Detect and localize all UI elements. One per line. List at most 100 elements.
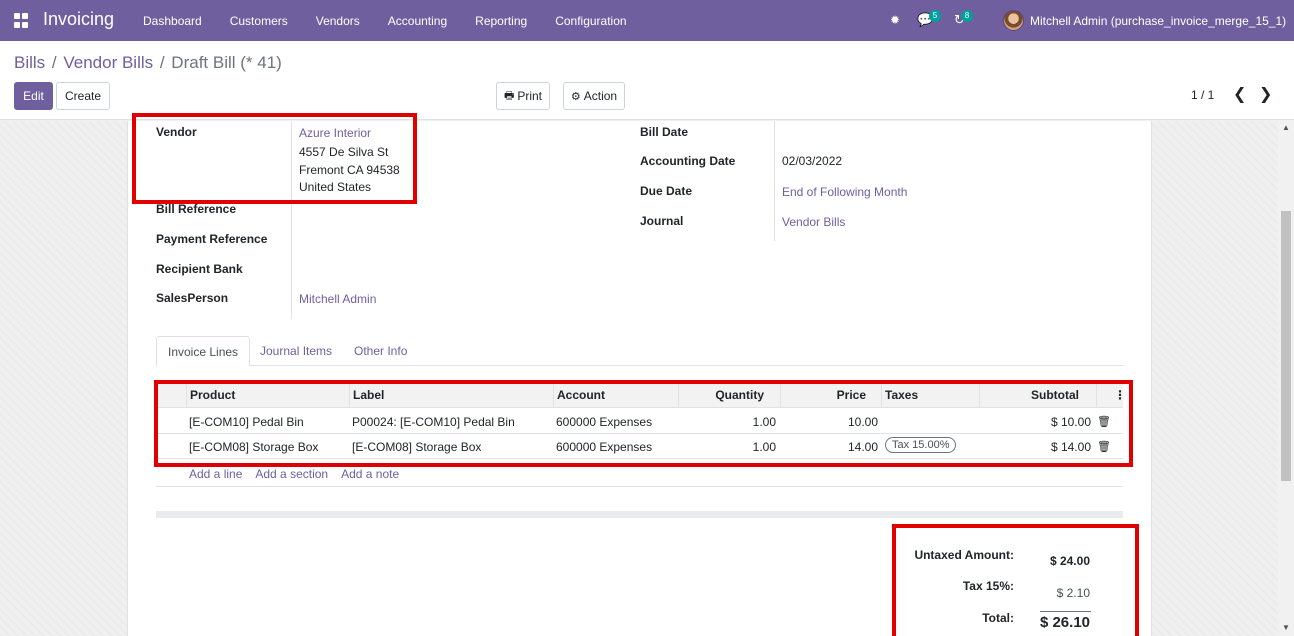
untaxed-amount-value: $ 24.00 bbox=[1049, 554, 1090, 568]
notebook-tabs: Invoice Lines Journal Items Other Info bbox=[156, 336, 1123, 367]
column-quantity[interactable]: Quantity bbox=[682, 388, 764, 402]
vertical-scrollbar[interactable]: ▲ ▼ bbox=[1278, 121, 1294, 636]
add-section-link[interactable]: Add a section bbox=[255, 467, 328, 481]
bill-reference-label: Bill Reference bbox=[156, 202, 237, 216]
tab-other-info[interactable]: Other Info bbox=[343, 336, 418, 366]
app-name[interactable]: Invoicing bbox=[43, 9, 114, 30]
tab-journal-items[interactable]: Journal Items bbox=[249, 336, 343, 366]
breadcrumb: Bills / Vendor Bills / Draft Bill (* 41) bbox=[14, 53, 282, 73]
column-taxes[interactable]: Taxes bbox=[885, 388, 918, 402]
field-divider bbox=[774, 121, 775, 241]
row-subtotal: $ 14.00 bbox=[1050, 440, 1091, 454]
action-label: Action bbox=[583, 89, 618, 103]
gear-icon: ⚙ bbox=[570, 90, 581, 103]
accounting-date-value: 02/03/2022 bbox=[782, 154, 843, 168]
delete-line-trash-icon[interactable]: 🗑 bbox=[1097, 440, 1111, 453]
menu-accounting[interactable]: Accounting bbox=[374, 14, 461, 28]
field-divider bbox=[291, 121, 292, 319]
total-separator-line bbox=[1040, 611, 1091, 612]
column-account[interactable]: Account bbox=[557, 388, 605, 402]
column-separator bbox=[678, 384, 679, 408]
print-button[interactable]: 🖶 Print bbox=[496, 82, 550, 110]
tax-label: Tax 15%: bbox=[962, 579, 1014, 593]
column-separator bbox=[881, 384, 882, 408]
breadcrumb-separator: / bbox=[155, 53, 170, 72]
print-label: Print bbox=[517, 89, 543, 103]
section-divider bbox=[156, 511, 1123, 518]
pager-previous-icon[interactable]: ❮ bbox=[1233, 84, 1246, 104]
add-line-link[interactable]: Add a line bbox=[189, 467, 242, 481]
salesperson-link[interactable]: Mitchell Admin bbox=[299, 292, 376, 306]
column-separator bbox=[553, 384, 554, 408]
add-line-links: Add a line Add a section Add a note bbox=[189, 467, 412, 481]
column-product[interactable]: Product bbox=[190, 388, 235, 402]
row-label[interactable]: P00024: [E-COM10] Pedal Bin bbox=[352, 415, 515, 429]
row-price[interactable]: 10.00 bbox=[784, 415, 878, 429]
optional-columns-kebab-icon[interactable]: ⋮ bbox=[1114, 388, 1126, 402]
breadcrumb-bills[interactable]: Bills bbox=[14, 53, 45, 72]
activities-count-badge: 8 bbox=[961, 10, 973, 22]
total-value: $ 26.10 bbox=[1039, 614, 1090, 631]
vendor-address-city: Fremont CA 94538 bbox=[299, 163, 400, 177]
scroll-thumb[interactable] bbox=[1281, 211, 1291, 481]
menu-reporting[interactable]: Reporting bbox=[461, 14, 541, 28]
pager-value[interactable]: 1 / 1 bbox=[1191, 88, 1214, 102]
scroll-up-arrow-icon[interactable]: ▲ bbox=[1282, 123, 1290, 132]
column-separator bbox=[780, 384, 781, 408]
vendor-label: Vendor bbox=[156, 125, 197, 139]
delete-line-trash-icon[interactable]: 🗑 bbox=[1097, 415, 1111, 428]
breadcrumb-vendor-bills[interactable]: Vendor Bills bbox=[63, 53, 153, 72]
journal-value[interactable]: Vendor Bills bbox=[782, 215, 845, 229]
table-header: Product Label Account Quantity Price Tax… bbox=[156, 383, 1126, 408]
table-row[interactable]: [E-COM08] Storage Box [E-COM08] Storage … bbox=[156, 434, 1123, 459]
control-panel: Bills / Vendor Bills / Draft Bill (* 41)… bbox=[0, 41, 1294, 120]
scroll-down-arrow-icon[interactable]: ▼ bbox=[1282, 623, 1290, 632]
row-product[interactable]: [E-COM08] Storage Box bbox=[189, 440, 318, 454]
create-button[interactable]: Create bbox=[56, 82, 110, 110]
tax-value: $ 2.10 bbox=[1056, 586, 1090, 600]
row-label[interactable]: [E-COM08] Storage Box bbox=[352, 440, 481, 454]
untaxed-amount-label: Untaxed Amount: bbox=[914, 548, 1014, 562]
payment-reference-label: Payment Reference bbox=[156, 232, 268, 246]
tab-invoice-lines[interactable]: Invoice Lines bbox=[156, 336, 251, 367]
due-date-value[interactable]: End of Following Month bbox=[782, 185, 907, 199]
column-separator bbox=[349, 384, 350, 408]
menu-configuration[interactable]: Configuration bbox=[541, 14, 640, 28]
edit-button[interactable]: Edit bbox=[14, 82, 53, 110]
menu-vendors[interactable]: Vendors bbox=[302, 14, 374, 28]
row-account[interactable]: 600000 Expenses bbox=[556, 440, 652, 454]
accounting-date-label: Accounting Date bbox=[640, 154, 736, 168]
vendor-address-country: United States bbox=[299, 180, 372, 194]
row-account[interactable]: 600000 Expenses bbox=[556, 415, 652, 429]
tax-tag[interactable]: Tax 15.00% bbox=[885, 437, 957, 453]
journal-label: Journal bbox=[640, 214, 684, 228]
column-label[interactable]: Label bbox=[353, 388, 384, 402]
pager-next-icon[interactable]: ❯ bbox=[1259, 84, 1272, 104]
column-subtotal[interactable]: Subtotal bbox=[983, 388, 1079, 402]
top-navbar: Invoicing Dashboard Customers Vendors Ac… bbox=[0, 0, 1294, 41]
add-note-link[interactable]: Add a note bbox=[341, 467, 399, 481]
column-price[interactable]: Price bbox=[784, 388, 866, 402]
row-price[interactable]: 14.00 bbox=[784, 440, 878, 454]
menu-dashboard[interactable]: Dashboard bbox=[129, 14, 216, 28]
vendor-name-link[interactable]: Azure Interior bbox=[299, 126, 371, 140]
action-button[interactable]: ⚙ Action bbox=[563, 82, 625, 110]
row-quantity[interactable]: 1.00 bbox=[682, 415, 776, 429]
salesperson-label: SalesPerson bbox=[156, 291, 229, 305]
apps-menu-icon[interactable] bbox=[14, 13, 29, 28]
row-subtotal: $ 10.00 bbox=[1050, 415, 1091, 429]
user-avatar[interactable] bbox=[1003, 10, 1024, 31]
user-menu[interactable]: Mitchell Admin (purchase_invoice_merge_1… bbox=[1030, 14, 1286, 28]
due-date-label: Due Date bbox=[640, 184, 693, 198]
print-icon: 🖶 bbox=[503, 89, 515, 102]
menu-customers[interactable]: Customers bbox=[216, 14, 302, 28]
column-separator bbox=[979, 384, 980, 408]
total-label: Total: bbox=[982, 611, 1014, 625]
table-row[interactable]: [E-COM10] Pedal Bin P00024: [E-COM10] Pe… bbox=[156, 409, 1123, 434]
row-quantity[interactable]: 1.00 bbox=[682, 440, 776, 454]
row-product[interactable]: [E-COM10] Pedal Bin bbox=[189, 415, 304, 429]
vendor-address-street: 4557 De Silva St bbox=[299, 145, 389, 159]
main-menu: Dashboard Customers Vendors Accounting R… bbox=[129, 0, 641, 41]
messages-count-badge: 5 bbox=[929, 10, 941, 22]
debug-bug-icon[interactable]: ✹ bbox=[890, 13, 900, 27]
